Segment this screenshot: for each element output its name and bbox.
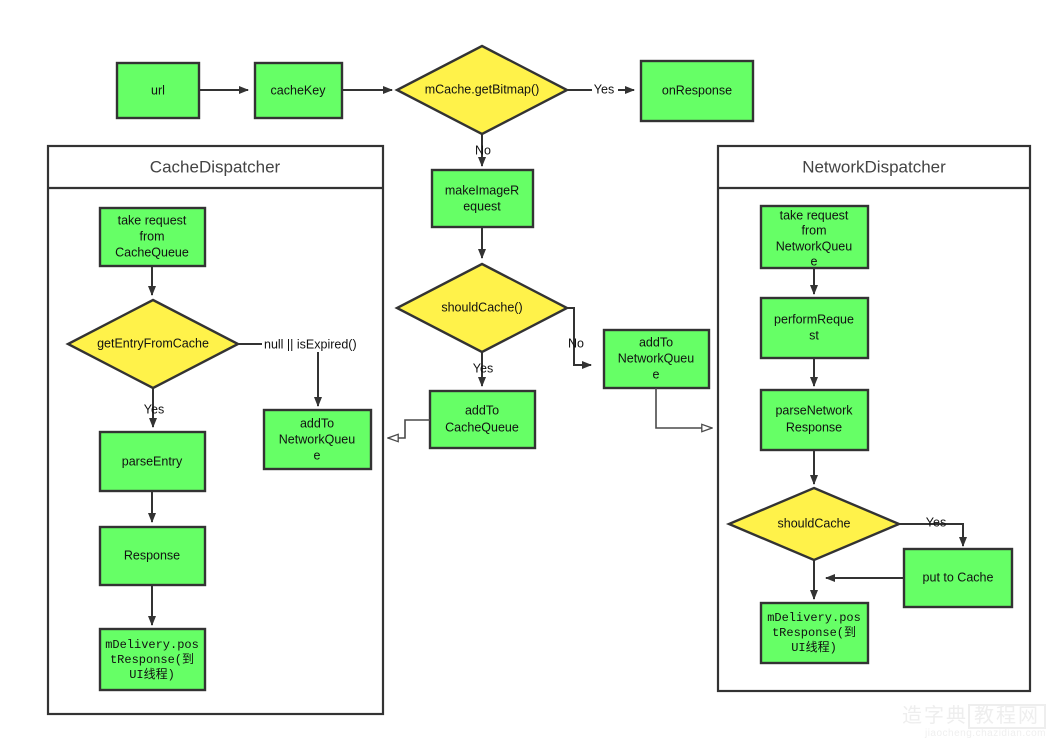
node-take-request-network-line3: NetworkQueu <box>776 239 852 253</box>
edge-label-getbitmap-yes: Yes <box>594 82 614 96</box>
node-url-label: url <box>151 83 165 97</box>
node-perform-request-line2: st <box>809 328 819 342</box>
node-on-response[interactable]: onResponse <box>639 59 755 123</box>
node-add-to-cache-queue-line2: CacheQueue <box>445 420 519 434</box>
node-parse-network-response-line2: Response <box>786 420 842 434</box>
watermark-brand: 造字典 <box>902 704 968 727</box>
node-parse-network-response[interactable]: parseNetwork Response <box>759 388 870 452</box>
node-response[interactable]: Response <box>98 525 207 587</box>
node-cache-key[interactable]: cacheKey <box>253 61 344 120</box>
edge-label-shouldcache-no: No <box>568 336 584 350</box>
node-mdelivery-net-line1: mDelivery.pos <box>767 611 861 625</box>
node-perform-request-line1: performReque <box>774 312 854 326</box>
node-take-request-network-line1: take request <box>780 208 849 222</box>
node-add-to-cache-queue-line1: addTo <box>465 403 499 417</box>
watermark: 造字典 教程网 jiaocheng.chazidian.com <box>902 703 1046 740</box>
node-mdelivery-cache-line3: UI线程) <box>129 666 175 682</box>
node-cache-key-label: cacheKey <box>271 83 327 97</box>
node-on-response-label: onResponse <box>662 83 732 97</box>
node-parse-entry-label: parseEntry <box>122 454 183 468</box>
node-perform-request[interactable]: performReque st <box>759 296 870 360</box>
node-put-to-cache[interactable]: put to Cache <box>902 547 1014 609</box>
node-add-to-network-queue-mid-line2: NetworkQueu <box>618 351 694 365</box>
node-add-to-network-queue-cache-line1: addTo <box>300 416 334 430</box>
node-take-request-network-queue[interactable]: take request from NetworkQueu e <box>759 204 870 270</box>
node-add-to-network-queue-cache-line2: NetworkQueu <box>279 432 355 446</box>
edge-label-getentry-null-expired: null || isExpired() <box>264 337 357 351</box>
node-response-label: Response <box>124 548 180 562</box>
node-take-request-cache-line2: from <box>140 229 165 243</box>
node-add-to-network-queue-mid-line1: addTo <box>639 335 673 349</box>
node-add-to-network-queue-cache[interactable]: addTo NetworkQueu e <box>262 408 373 471</box>
edge-label-getentry-yes: Yes <box>144 402 164 416</box>
node-should-cache-paren-label: shouldCache() <box>441 300 522 314</box>
watermark-boxed: 教程网 <box>968 703 1046 729</box>
edge-label-shouldcache-yes: Yes <box>473 361 493 375</box>
node-should-cache-net-label: shouldCache <box>778 516 851 530</box>
node-take-request-cache-queue[interactable]: take request from CacheQueue <box>98 206 207 268</box>
node-should-cache-paren[interactable]: shouldCache() <box>394 262 570 354</box>
node-parse-network-response-line1: parseNetwork <box>775 403 853 417</box>
watermark-url: jiaocheng.chazidian.com <box>924 727 1046 739</box>
node-take-request-cache-line3: CacheQueue <box>115 245 189 259</box>
node-mdelivery-net-line3: UI线程) <box>791 639 837 655</box>
node-mdelivery-post-response-net[interactable]: mDelivery.pos tResponse(到 UI线程) <box>759 601 870 665</box>
node-mdelivery-net-line2: tResponse(到 <box>772 625 856 640</box>
node-mdelivery-cache-line1: mDelivery.pos <box>105 638 199 652</box>
diagram-canvas: CacheDispatcher NetworkDispatcher url ca… <box>0 0 1062 747</box>
edge-label-getbitmap-no: No <box>475 143 491 157</box>
flowchart-svg: CacheDispatcher NetworkDispatcher url ca… <box>46 44 1032 716</box>
edge-label-net-shouldcache-yes: Yes <box>926 515 946 529</box>
node-make-image-request-line2: equest <box>463 199 501 213</box>
edge-addtocachequeue-to-cachedispatcher <box>388 419 430 438</box>
node-make-image-request-line1: makeImageR <box>445 183 519 197</box>
node-make-image-request[interactable]: makeImageR equest <box>430 168 535 229</box>
node-mdelivery-post-response-cache[interactable]: mDelivery.pos tResponse(到 UI线程) <box>98 627 207 692</box>
node-mcache-getbitmap-label: mCache.getBitmap() <box>425 82 540 96</box>
node-take-request-network-line2: from <box>802 223 827 237</box>
node-add-to-cache-queue[interactable]: addTo CacheQueue <box>428 389 537 450</box>
node-add-to-network-queue-mid[interactable]: addTo NetworkQueu e <box>602 328 711 390</box>
panel-title-cache-dispatcher: CacheDispatcher <box>150 157 281 176</box>
node-add-to-network-queue-mid-line3: e <box>653 367 660 381</box>
node-take-request-network-line4: e <box>811 254 818 268</box>
node-url[interactable]: url <box>115 61 201 120</box>
node-parse-entry[interactable]: parseEntry <box>98 430 207 493</box>
panel-title-network-dispatcher: NetworkDispatcher <box>802 157 946 176</box>
node-get-entry-from-cache-label: getEntryFromCache <box>97 336 209 350</box>
node-take-request-cache-line1: take request <box>118 213 187 227</box>
edge-addtonetworkqueue-to-networkdispatcher <box>655 388 712 428</box>
node-add-to-network-queue-cache-line3: e <box>314 448 321 462</box>
watermark-main: 造字典 教程网 <box>902 703 1046 729</box>
node-mcache-getbitmap[interactable]: mCache.getBitmap() <box>394 44 570 136</box>
node-put-to-cache-label: put to Cache <box>923 570 994 584</box>
node-mdelivery-cache-line2: tResponse(到 <box>110 652 194 667</box>
